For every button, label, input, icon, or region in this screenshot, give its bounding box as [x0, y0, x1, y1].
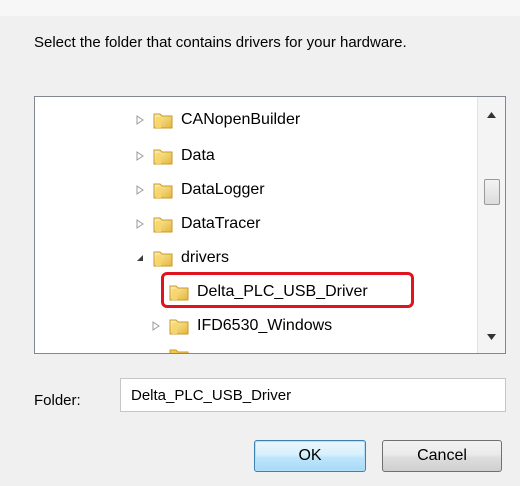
browse-for-folder-dialog: Select the folder that contains drivers … — [0, 0, 520, 486]
ok-button[interactable]: OK — [254, 440, 366, 472]
folder-icon — [169, 317, 189, 335]
tree-item-drivers[interactable]: drivers — [133, 245, 229, 271]
folder-icon — [169, 347, 189, 353]
cancel-button[interactable]: Cancel — [382, 440, 502, 472]
scroll-up-arrow-icon[interactable] — [478, 103, 505, 127]
vertical-scrollbar[interactable] — [477, 97, 505, 353]
triangle-right-icon[interactable] — [133, 113, 147, 127]
folder-icon — [153, 147, 173, 165]
tree-item-label: Delta_PLC_USB_Driver — [197, 283, 368, 300]
triangle-down-icon[interactable] — [133, 251, 147, 265]
tree-item-label: CANopenBuilder — [181, 111, 301, 128]
folder-tree[interactable]: CANopenBuilder Data DataLogger DataTrace… — [34, 96, 506, 354]
tree-item-label: drivers — [181, 249, 230, 266]
tree-item-label: DataLogger — [181, 181, 265, 198]
tree-item-data[interactable]: Data — [133, 143, 215, 169]
folder-label: Folder: — [34, 392, 81, 409]
title-strip — [0, 0, 520, 16]
folder-open-icon — [153, 249, 173, 267]
tree-item-ifd6530-windows[interactable]: IFD6530_Windows — [149, 313, 332, 339]
tree-item-label: IFD6530_Windows — [197, 317, 333, 334]
folder-icon — [169, 283, 189, 301]
tree-item-label: Data — [181, 147, 215, 164]
triangle-right-icon[interactable] — [149, 319, 163, 333]
triangle-right-icon[interactable] — [133, 183, 147, 197]
tree-item-datalogger[interactable]: DataLogger — [133, 177, 265, 203]
tree-item-delta-plc-usb-driver[interactable]: Delta_PLC_USB_Driver — [169, 279, 368, 305]
tree-item-datatracer[interactable]: DataTracer — [133, 211, 260, 237]
tree-item-label: DataTracer — [181, 215, 261, 232]
triangle-right-icon[interactable] — [133, 217, 147, 231]
folder-icon — [153, 111, 173, 129]
scrollbar-thumb[interactable] — [484, 179, 500, 205]
folder-icon — [153, 215, 173, 233]
tree-item-clipped[interactable] — [169, 343, 197, 353]
tree-item-canopenbuilder[interactable]: CANopenBuilder — [133, 107, 300, 133]
instruction-text: Select the folder that contains drivers … — [34, 34, 407, 51]
triangle-right-icon[interactable] — [133, 149, 147, 163]
folder-field[interactable] — [120, 378, 506, 412]
folder-icon — [153, 181, 173, 199]
scroll-down-arrow-icon[interactable] — [478, 325, 505, 349]
folder-tree-viewport: CANopenBuilder Data DataLogger DataTrace… — [35, 97, 477, 353]
